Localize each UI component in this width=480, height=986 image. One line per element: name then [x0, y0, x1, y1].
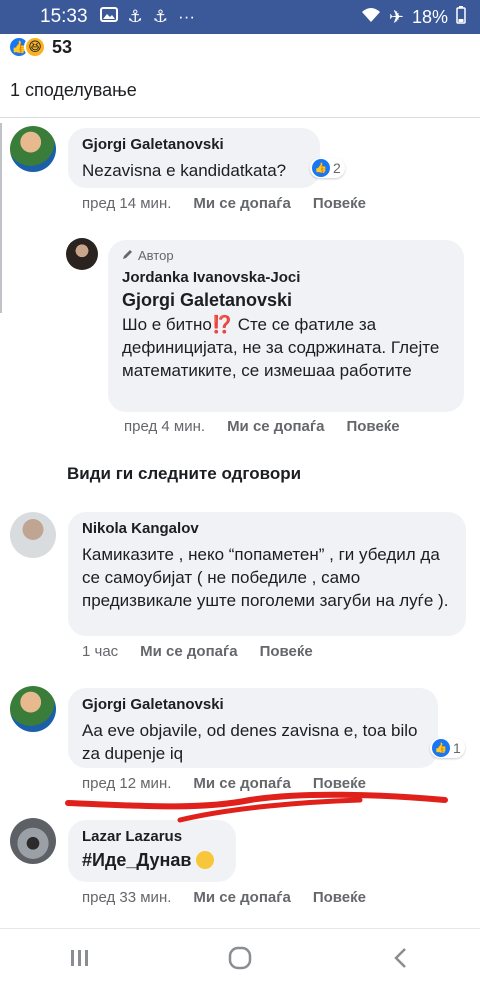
red-underline-mark: [65, 791, 448, 823]
comment-like-count[interactable]: 👍 1: [430, 738, 465, 758]
like-button[interactable]: Ми се допаѓа: [193, 889, 290, 906]
avatar[interactable]: [10, 686, 56, 732]
comment-text: Камиказите , неко “попаметен” , ги убеди…: [82, 545, 449, 610]
comment-time[interactable]: 1 час: [82, 643, 118, 660]
more-notifications-icon: ···: [178, 7, 196, 26]
divider: [0, 117, 480, 118]
laughing-emoji-icon: [196, 851, 215, 869]
status-notification-icons: ⚓ ⚓ ···: [99, 7, 196, 27]
comment-text: Шо е битно⁉️ Сте се фатиле за дефиниција…: [122, 315, 440, 380]
comment-author[interactable]: Nikola Kangalov: [82, 520, 452, 537]
comment-time[interactable]: пред 33 мин.: [82, 889, 171, 906]
status-time: 15:33: [40, 6, 88, 27]
airplane-icon: ✈: [388, 6, 404, 27]
like-icon: 👍: [432, 739, 450, 757]
thread-line: [0, 123, 2, 313]
gallery-icon: [99, 7, 118, 27]
comment-actions: 1 час Ми се допаѓа Повеќе: [82, 643, 313, 660]
comment-time[interactable]: пред 4 мин.: [124, 418, 205, 435]
android-nav-bar: [0, 928, 480, 986]
comment-author[interactable]: Gjorgi Galetanovski: [82, 696, 424, 713]
more-button[interactable]: Повеќе: [313, 889, 366, 906]
recent-apps-button[interactable]: [50, 938, 110, 978]
comment-text: Aa eve objavile, od denes zavisna e, toa…: [82, 721, 418, 763]
notification-icon-2: ⚓: [152, 7, 169, 26]
comment-author[interactable]: Jordanka Ivanovska-Joci: [122, 269, 450, 286]
battery-level: 18%: [411, 6, 448, 27]
comment-time[interactable]: пред 14 мин.: [82, 195, 171, 212]
comment-actions: пред 14 мин. Ми се допаѓа Повеќе: [82, 195, 366, 212]
status-bar: 15:33 ⚓ ⚓ ··· ✈ 18%: [0, 0, 480, 34]
comment-author[interactable]: Gjorgi Galetanovski: [82, 136, 306, 153]
comment-bubble[interactable]: Автор Jordanka Ivanovska-Joci Gjorgi Gal…: [108, 240, 464, 412]
home-button[interactable]: [210, 938, 270, 978]
comment-text: Nezavisna e kandidatkata?: [82, 161, 287, 180]
author-badge: Автор: [122, 248, 450, 263]
like-button[interactable]: Ми се допаѓа: [193, 195, 290, 212]
home-icon: [228, 946, 252, 969]
comment-actions: пред 33 мин. Ми се допаѓа Повеќе: [82, 889, 366, 906]
notification-icon: ⚓: [127, 7, 143, 26]
back-button[interactable]: [370, 938, 430, 978]
pencil-icon: [122, 248, 134, 263]
comment-bubble[interactable]: Gjorgi Galetanovski Nezavisna e kandidat…: [68, 128, 320, 188]
like-button[interactable]: Ми се допаѓа: [227, 418, 324, 435]
reaction-count: 53: [52, 36, 73, 57]
mentioned-user[interactable]: Gjorgi Galetanovski: [122, 290, 450, 311]
wifi-icon: [361, 7, 381, 28]
haha-reaction-icon: 😆: [24, 36, 46, 58]
recent-apps-icon: [71, 949, 88, 966]
more-button[interactable]: Повеќе: [313, 195, 366, 212]
battery-icon: [456, 5, 466, 29]
view-more-replies-link[interactable]: Види ги следните одговори: [67, 464, 301, 484]
shares-count[interactable]: 1 споделување: [10, 80, 137, 101]
avatar[interactable]: [66, 238, 98, 270]
like-icon: 👍: [312, 159, 330, 177]
like-button[interactable]: Ми се допаѓа: [140, 643, 237, 660]
comment-text: #Иде_Дунав: [82, 849, 222, 872]
more-button[interactable]: Повеќе: [346, 418, 399, 435]
comment-bubble[interactable]: Gjorgi Galetanovski Aa eve objavile, od …: [68, 688, 438, 768]
comment-bubble[interactable]: Nikola Kangalov Камиказите , неко “попам…: [68, 512, 466, 636]
more-button[interactable]: Повеќе: [260, 643, 313, 660]
avatar[interactable]: [10, 512, 56, 558]
comment-actions: пред 4 мин. Ми се допаѓа Повеќе: [124, 418, 400, 435]
avatar[interactable]: [10, 126, 56, 172]
comment-like-count[interactable]: 👍 2: [310, 158, 345, 178]
post-reactions[interactable]: 👍 😆 53: [8, 36, 72, 58]
back-chevron-icon: [394, 947, 406, 968]
